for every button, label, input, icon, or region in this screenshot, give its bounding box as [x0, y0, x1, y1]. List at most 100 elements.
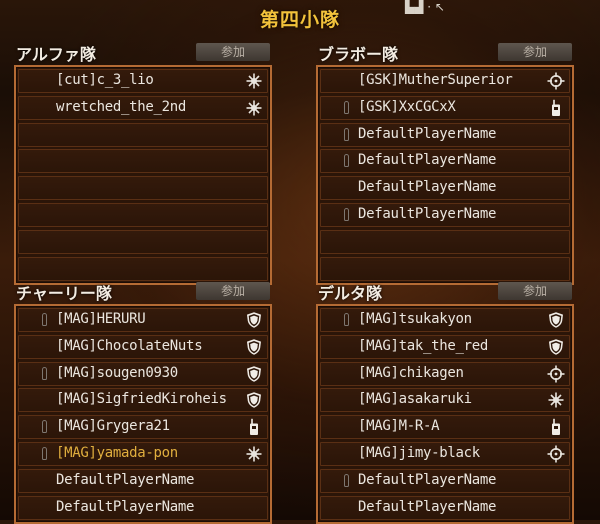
- player-slot[interactable]: [GSK]MutherSuperior: [320, 69, 570, 93]
- player-name: DefaultPlayerName: [358, 152, 497, 169]
- shield-icon: [245, 391, 263, 409]
- empty-slot[interactable]: [320, 229, 570, 254]
- join-button[interactable]: 参加: [498, 282, 572, 300]
- player-slot[interactable]: [MAG]asakaruki: [320, 388, 570, 413]
- player-name: [MAG]asakaruki: [358, 391, 472, 408]
- player-slot[interactable]: [MAG]chikagen: [320, 361, 570, 386]
- squad-slot-list: [GSK]MutherSuperior [GSK]XxCGCxX DefaultPl…: [316, 65, 574, 285]
- mic-icon: [42, 420, 47, 434]
- mic-icon: [344, 154, 349, 168]
- squad-name: チャーリー隊: [16, 284, 112, 303]
- shield-icon: [547, 311, 565, 329]
- player-name: [MAG]tak_the_red: [358, 337, 489, 354]
- squad-name: アルファ隊: [16, 45, 96, 64]
- player-name: [MAG]tsukakyon: [358, 311, 472, 327]
- player-name: DefaultPlayerName: [358, 179, 497, 196]
- player-slot[interactable]: [MAG]M-R-A: [320, 415, 570, 440]
- player-slot[interactable]: [MAG]tak_the_red: [320, 334, 570, 359]
- player-slot[interactable]: [MAG]sougen0930: [18, 361, 268, 386]
- player-slot[interactable]: [cut]c_3_lio: [18, 69, 268, 93]
- player-slot[interactable]: DefaultPlayerName: [320, 176, 570, 201]
- mic-icon: [344, 100, 349, 114]
- header-decoration: ▙▟ · ↖: [405, 0, 445, 14]
- support-icon: [245, 445, 263, 463]
- empty-slot[interactable]: [18, 176, 268, 201]
- squad-name: ブラボー隊: [318, 45, 399, 64]
- shield-icon: [245, 311, 263, 329]
- player-name: DefaultPlayerName: [358, 125, 497, 142]
- radio-icon: [245, 418, 263, 436]
- player-name: [MAG]yamada-pon: [56, 444, 178, 461]
- player-slot[interactable]: [MAG]jimy-black: [320, 441, 570, 466]
- player-name: [GSK]MutherSuperior: [358, 72, 513, 88]
- player-name: [MAG]SigfriedKiroheis: [56, 391, 227, 408]
- squad-slot-list: [cut]c_3_lio wretched_the_2nd: [14, 65, 272, 285]
- player-name: DefaultPlayerName: [358, 471, 497, 488]
- squad-header: アルファ隊 参加: [14, 41, 272, 65]
- mic-icon: [42, 313, 47, 326]
- empty-slot[interactable]: [18, 256, 268, 281]
- mic-icon: [42, 446, 47, 460]
- squad-name: デルタ隊: [318, 284, 383, 303]
- empty-slot[interactable]: [320, 256, 570, 281]
- join-button[interactable]: 参加: [196, 43, 270, 61]
- shield-icon: [547, 338, 565, 356]
- player-slot[interactable]: DefaultPlayerName: [320, 202, 570, 227]
- player-slot[interactable]: [MAG]Grygera21: [18, 415, 268, 440]
- mic-icon: [344, 127, 349, 141]
- player-name: DefaultPlayerName: [358, 498, 497, 515]
- player-slot[interactable]: [MAG]yamada-pon: [18, 441, 268, 466]
- player-name: [GSK]XxCGCxX: [358, 98, 456, 115]
- support-icon: [245, 72, 263, 90]
- player-name: [MAG]ChocolateNuts: [56, 337, 203, 354]
- player-slot[interactable]: [GSK]XxCGCxX: [320, 95, 570, 120]
- player-slot[interactable]: wretched_the_2nd: [18, 95, 268, 120]
- mic-icon: [344, 313, 349, 326]
- player-slot[interactable]: [MAG]ChocolateNuts: [18, 334, 268, 359]
- player-slot[interactable]: [MAG]HERURU: [18, 308, 268, 332]
- crosshair-icon: [547, 72, 565, 90]
- player-slot[interactable]: DefaultPlayerName: [320, 122, 570, 147]
- player-slot[interactable]: DefaultPlayerName: [18, 495, 268, 520]
- player-name: [MAG]Grygera21: [56, 418, 170, 435]
- mic-icon: [344, 473, 349, 487]
- player-name: wretched_the_2nd: [56, 98, 187, 115]
- squad-charlie: チャーリー隊 参加 [MAG]HERURU [MAG]ChocolateNuts [MA…: [14, 280, 272, 524]
- squad-alpha: アルファ隊 参加 [cut]c_3_lio wretched_the_2nd: [14, 41, 272, 285]
- player-name: DefaultPlayerName: [56, 471, 195, 488]
- squad-slot-list: [MAG]tsukakyon [MAG]tak_the_red [MAG]chika…: [316, 304, 574, 524]
- squad-header: デルタ隊 参加: [316, 280, 574, 304]
- shield-icon: [245, 338, 263, 356]
- mic-icon: [42, 366, 47, 380]
- player-slot[interactable]: [MAG]SigfriedKiroheis: [18, 388, 268, 413]
- mic-icon: [344, 207, 349, 221]
- player-name: DefaultPlayerName: [56, 498, 195, 515]
- player-name: [MAG]chikagen: [358, 364, 464, 381]
- player-slot[interactable]: DefaultPlayerName: [320, 149, 570, 174]
- empty-slot[interactable]: [18, 149, 268, 174]
- squad-header: ブラボー隊 参加: [316, 41, 574, 65]
- player-slot[interactable]: DefaultPlayerName: [320, 495, 570, 520]
- empty-slot[interactable]: [18, 122, 268, 147]
- player-name: [cut]c_3_lio: [56, 72, 154, 88]
- player-name: [MAG]M-R-A: [358, 418, 440, 435]
- player-slot[interactable]: DefaultPlayerName: [320, 468, 570, 493]
- shield-icon: [245, 365, 263, 383]
- player-slot[interactable]: [MAG]tsukakyon: [320, 308, 570, 332]
- radio-icon: [547, 99, 565, 117]
- squad-header: チャーリー隊 参加: [14, 280, 272, 304]
- join-button[interactable]: 参加: [498, 43, 572, 61]
- empty-slot[interactable]: [18, 229, 268, 254]
- crosshair-icon: [547, 445, 565, 463]
- squad-title: 第四小隊: [259, 9, 340, 31]
- empty-slot[interactable]: [18, 202, 268, 227]
- support-icon: [245, 99, 263, 117]
- join-button[interactable]: 参加: [196, 282, 270, 300]
- player-slot[interactable]: DefaultPlayerName: [18, 468, 268, 493]
- player-name: [MAG]sougen0930: [56, 364, 178, 381]
- player-name: DefaultPlayerName: [358, 205, 497, 222]
- squad-bravo: ブラボー隊 参加 [GSK]MutherSuperior [GSK]XxCGCxX De…: [316, 41, 574, 285]
- support-icon: [547, 391, 565, 409]
- player-name: [MAG]jimy-black: [358, 444, 480, 461]
- player-name: [MAG]HERURU: [56, 311, 146, 327]
